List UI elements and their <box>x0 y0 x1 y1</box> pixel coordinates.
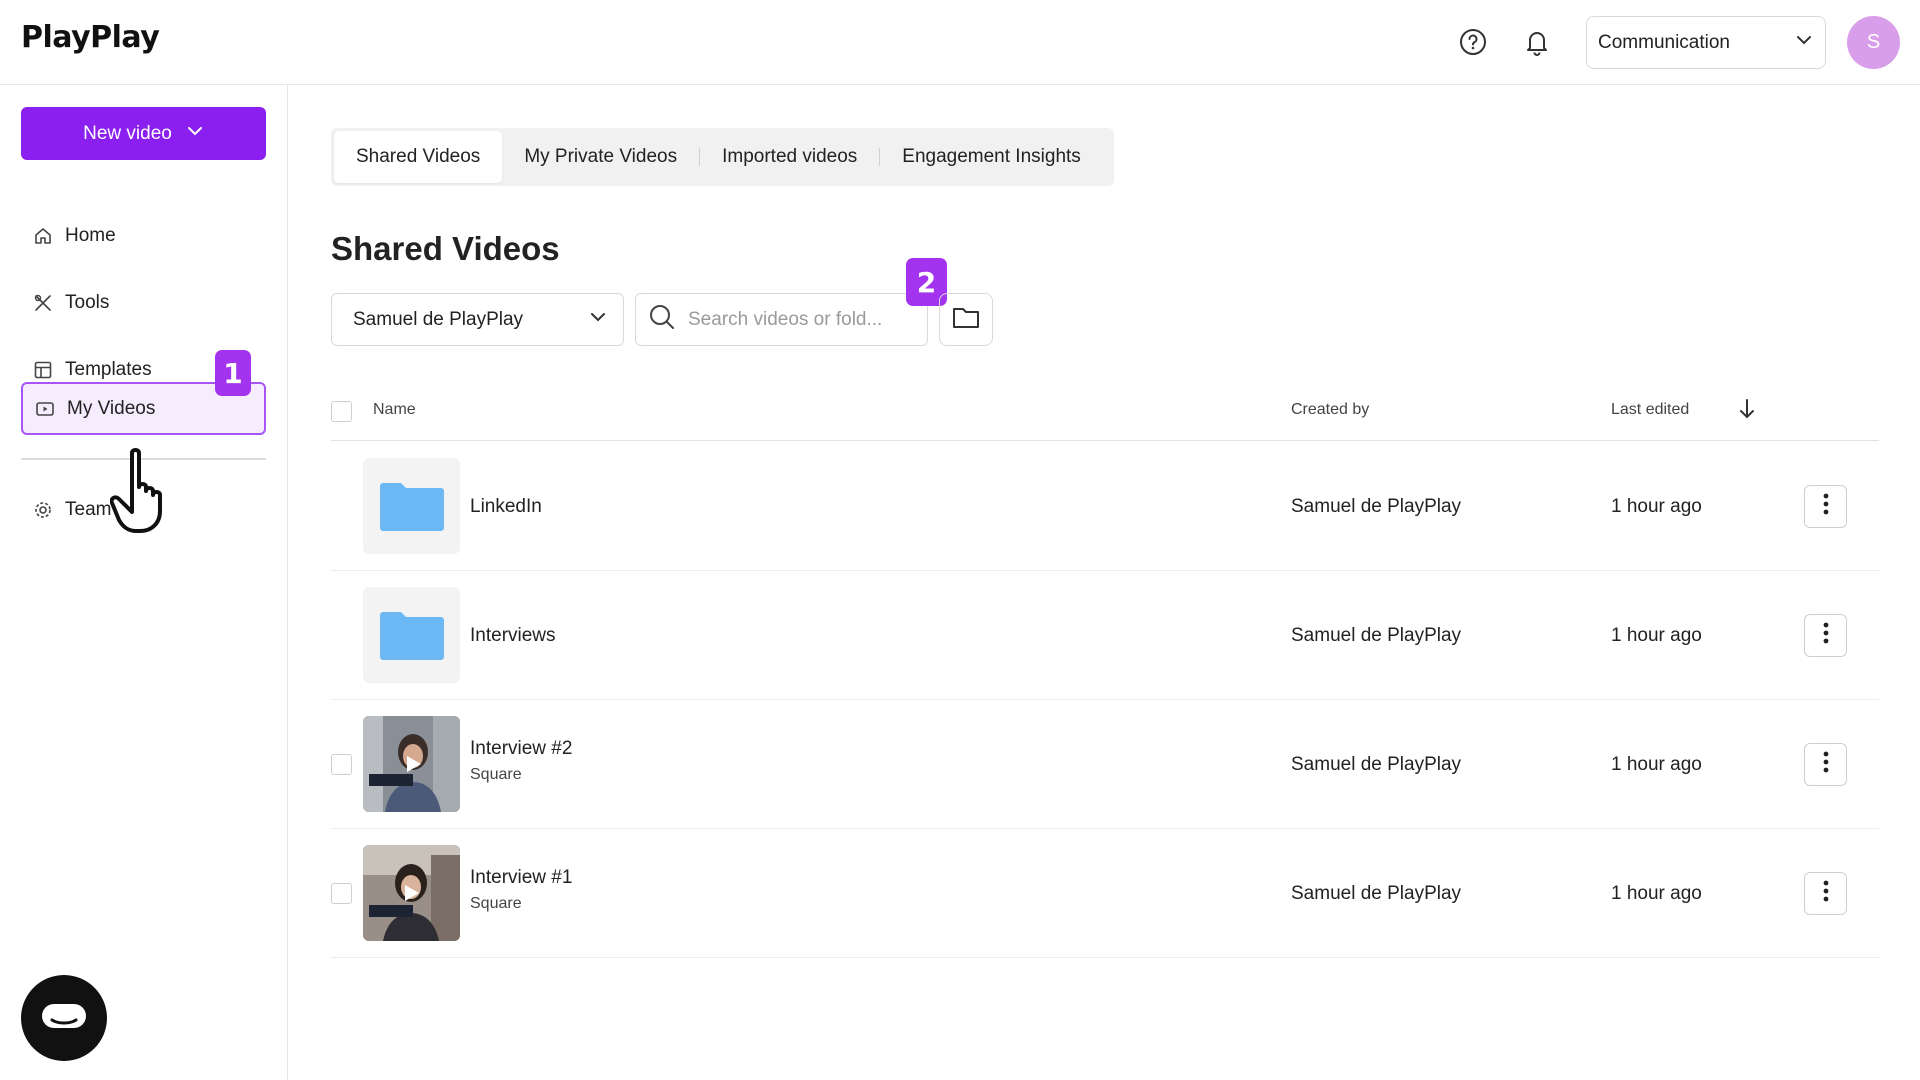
templates-icon <box>33 360 53 380</box>
sidebar-item-label: My Videos <box>67 397 156 419</box>
owner-filter-label: Samuel de PlayPlay <box>353 308 524 330</box>
row-checkbox[interactable] <box>331 883 352 904</box>
sidebar-item-label: Home <box>65 224 116 246</box>
row-format: Square <box>470 766 522 783</box>
more-vertical-icon <box>1823 880 1829 907</box>
sidebar-item-label: Team <box>65 498 112 520</box>
top-header: PlayPlay Communication S <box>0 0 1920 85</box>
sidebar: New video Home Tools Templates My Videos… <box>0 85 288 1080</box>
more-vertical-icon <box>1823 493 1829 520</box>
column-created-by[interactable]: Created by <box>1291 401 1369 419</box>
gear-icon <box>33 500 53 520</box>
sidebar-item-label: Templates <box>65 358 152 380</box>
search-input[interactable] <box>688 308 918 331</box>
row-name[interactable]: Interviews <box>470 625 556 647</box>
tools-icon <box>33 293 53 313</box>
more-options-button[interactable] <box>1804 872 1847 915</box>
select-all-checkbox[interactable] <box>331 401 352 422</box>
chevron-down-icon <box>589 308 607 332</box>
row-name[interactable]: Interview #2 <box>470 738 572 760</box>
table-header: Name Created by Last edited <box>331 393 1879 441</box>
table-row[interactable]: Interview #1 Square Samuel de PlayPlay 1… <box>331 829 1879 958</box>
folder-icon <box>952 305 980 334</box>
workspace-label: Communication <box>1598 31 1730 53</box>
pointer-hand-icon <box>109 445 186 542</box>
video-icon <box>35 399 55 419</box>
step-badge-1: 1 <box>215 350 251 396</box>
chevron-down-icon <box>186 122 204 146</box>
owner-filter-select[interactable]: Samuel de PlayPlay <box>331 293 624 346</box>
help-icon[interactable] <box>1457 26 1489 58</box>
tab-shared-videos[interactable]: Shared Videos <box>334 131 503 183</box>
column-last-edited[interactable]: Last edited <box>1611 401 1689 419</box>
row-name[interactable]: Interview #1 <box>470 867 572 889</box>
video-thumbnail[interactable] <box>363 845 460 941</box>
video-tabs: Shared Videos My Private Videos Imported… <box>331 128 1114 186</box>
workspace-select[interactable]: Communication <box>1586 16 1826 69</box>
search-box <box>635 293 928 346</box>
table-row[interactable]: Interviews Samuel de PlayPlay 1 hour ago <box>331 571 1879 700</box>
table-row[interactable]: Interview #2 Square Samuel de PlayPlay 1… <box>331 700 1879 829</box>
new-video-label: New video <box>83 122 172 144</box>
search-icon <box>648 303 676 336</box>
video-thumbnail[interactable] <box>363 716 460 812</box>
bell-icon[interactable] <box>1521 26 1553 58</box>
row-name[interactable]: LinkedIn <box>470 496 542 518</box>
page-title: Shared Videos <box>331 230 560 267</box>
tab-my-private-videos[interactable]: My Private Videos <box>502 131 699 183</box>
row-created-by: Samuel de PlayPlay <box>1291 754 1462 775</box>
sidebar-item-home[interactable]: Home <box>21 209 266 262</box>
more-options-button[interactable] <box>1804 614 1847 657</box>
sidebar-item-label: Tools <box>65 291 110 313</box>
chat-button[interactable] <box>21 975 107 1061</box>
row-last-edited: 1 hour ago <box>1611 883 1702 904</box>
new-video-button[interactable]: New video <box>21 107 266 160</box>
sort-arrow-down-icon[interactable] <box>1737 398 1757 425</box>
more-options-button[interactable] <box>1804 485 1847 528</box>
tab-imported-videos[interactable]: Imported videos <box>700 131 879 183</box>
row-created-by: Samuel de PlayPlay <box>1291 883 1462 904</box>
row-last-edited: 1 hour ago <box>1611 496 1702 517</box>
new-folder-button[interactable] <box>939 293 993 346</box>
home-icon <box>33 226 53 246</box>
more-vertical-icon <box>1823 622 1829 649</box>
row-format: Square <box>470 895 522 912</box>
row-last-edited: 1 hour ago <box>1611 625 1702 646</box>
row-created-by: Samuel de PlayPlay <box>1291 496 1462 517</box>
more-vertical-icon <box>1823 751 1829 778</box>
row-last-edited: 1 hour ago <box>1611 754 1702 775</box>
tab-engagement-insights[interactable]: Engagement Insights <box>880 131 1103 183</box>
sidebar-item-tools[interactable]: Tools <box>21 276 266 329</box>
table-row[interactable]: LinkedIn Samuel de PlayPlay 1 hour ago <box>331 442 1879 571</box>
chevron-down-icon <box>1795 31 1813 55</box>
row-created-by: Samuel de PlayPlay <box>1291 625 1462 646</box>
avatar[interactable]: S <box>1847 16 1900 69</box>
folder-thumbnail <box>363 587 460 683</box>
row-checkbox[interactable] <box>331 754 352 775</box>
chat-icon <box>40 1000 88 1037</box>
more-options-button[interactable] <box>1804 743 1847 786</box>
folder-thumbnail <box>363 458 460 554</box>
app-logo[interactable]: PlayPlay <box>21 20 160 55</box>
column-name[interactable]: Name <box>373 401 416 419</box>
